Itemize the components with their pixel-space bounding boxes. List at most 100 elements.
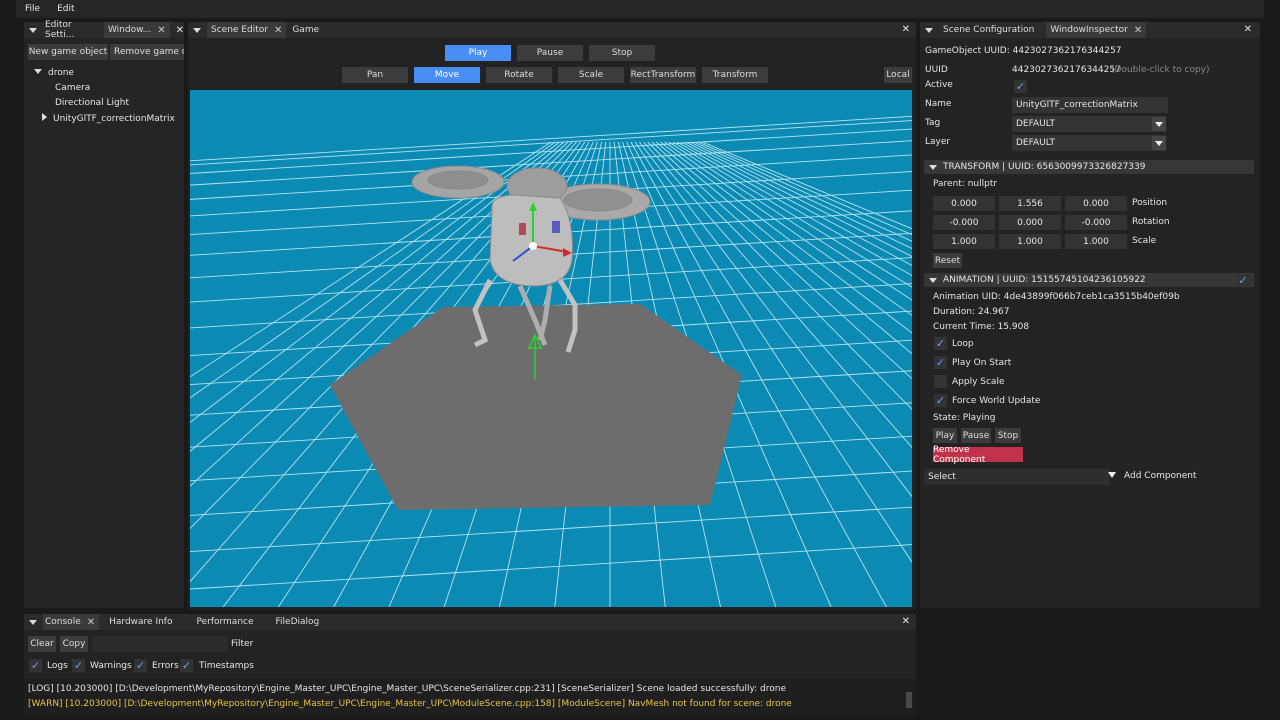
scale-z[interactable]: 1.000	[1065, 234, 1127, 249]
rotation-x[interactable]: -0.000	[933, 215, 995, 230]
tab-window-inspector[interactable]: WindowInspector ✕	[1046, 22, 1147, 38]
animation-stop-button[interactable]: Stop	[995, 428, 1021, 443]
errors-checkbox[interactable]: ✓	[134, 659, 147, 672]
rotation-z[interactable]: -0.000	[1065, 215, 1127, 230]
copy-button[interactable]: Copy	[60, 636, 88, 652]
hierarchy-tabbar: Editor Setti... Window... ✕ ✕	[24, 20, 184, 40]
collapse-icon[interactable]	[193, 27, 201, 33]
scale-y[interactable]: 1.000	[999, 234, 1061, 249]
collapse-icon[interactable]	[29, 619, 37, 625]
filter-label: Filter	[231, 639, 254, 649]
animation-section-header[interactable]: ANIMATION | UUID: 15155745104236105922	[924, 273, 1254, 287]
layer-label: Layer	[925, 137, 951, 147]
console-scrollbar[interactable]	[906, 692, 912, 708]
remove-game-object-label: Remove game ol	[114, 47, 184, 57]
chevron-down-icon[interactable]	[1108, 472, 1116, 478]
tree-item-drone[interactable]: drone	[34, 68, 74, 78]
tab-scene-editor-label: Scene Editor	[211, 25, 268, 35]
stop-button[interactable]: Stop	[589, 45, 655, 61]
tab-window-inspector-label: WindowInspector	[1050, 25, 1128, 35]
active-checkbox[interactable]: ✓	[1014, 80, 1027, 93]
scale-x[interactable]: 1.000	[933, 234, 995, 249]
tree-item-camera[interactable]: Camera	[55, 83, 90, 93]
collapse-icon[interactable]	[925, 27, 933, 33]
tool-pan-button[interactable]: Pan	[342, 67, 408, 83]
tab-window-label: Window...	[107, 25, 152, 35]
remove-game-object-button[interactable]: Remove game ol	[110, 44, 184, 60]
expand-icon[interactable]	[34, 69, 42, 74]
play-button[interactable]: Play	[445, 45, 511, 61]
close-icon[interactable]: ✕	[902, 616, 910, 627]
close-icon[interactable]: ✕	[902, 24, 910, 35]
tab-editor-settings[interactable]: Editor Setti...	[43, 20, 104, 40]
scene-tabbar: Scene Editor ✕ Game ✕	[188, 22, 916, 38]
console-warn-line: [WARN] [10.203000] [D:\Development\MyRep…	[28, 699, 792, 709]
tab-file-dialog[interactable]: FileDialog	[272, 614, 324, 630]
close-icon[interactable]: ✕	[1244, 24, 1252, 35]
layer-dropdown[interactable]: DEFAULT	[1012, 135, 1166, 151]
logs-checkbox[interactable]: ✓	[29, 659, 42, 672]
force-world-update-checkbox[interactable]: ✓	[934, 394, 947, 407]
tab-console[interactable]: Console ✕	[43, 614, 100, 630]
add-component-button[interactable]: Add Component	[1124, 471, 1197, 481]
animation-uid-text: Animation UID: 4de43899f066b7ceb1ca3515b…	[933, 292, 1180, 302]
close-icon[interactable]: ✕	[274, 25, 282, 36]
force-world-update-label: Force World Update	[952, 396, 1041, 406]
chevron-down-icon[interactable]	[1152, 117, 1166, 131]
local-toggle-button[interactable]: Local	[884, 67, 912, 83]
animation-play-button[interactable]: Play	[933, 428, 957, 443]
tree-item-drone-label: drone	[48, 68, 74, 78]
console-log-area[interactable]: [LOG] [10.203000] [D:\Development\MyRepo…	[24, 678, 916, 716]
tab-scene-editor[interactable]: Scene Editor ✕	[207, 22, 287, 38]
filter-input[interactable]	[92, 636, 228, 652]
rotation-y[interactable]: 0.000	[999, 215, 1061, 230]
tree-item-directional-light[interactable]: Directional Light	[55, 98, 129, 108]
tab-game[interactable]: Game	[286, 22, 323, 38]
position-z[interactable]: 0.000	[1065, 196, 1127, 211]
close-icon[interactable]: ✕	[1134, 25, 1142, 36]
tab-window[interactable]: Window... ✕	[103, 22, 170, 38]
animation-enabled-checkbox[interactable]: ✓	[1237, 274, 1249, 287]
menu-edit[interactable]: Edit	[48, 4, 82, 14]
animation-pause-button[interactable]: Pause	[961, 428, 991, 443]
menu-file[interactable]: File	[16, 4, 48, 14]
gameobject-uuid-text: GameObject UUID: 4423027362176344257	[925, 46, 1122, 56]
tab-hardware-info[interactable]: Hardware Info	[105, 614, 176, 630]
component-select-dropdown[interactable]: Select	[924, 469, 1110, 485]
expand-icon[interactable]	[42, 113, 47, 121]
tool-rotate-button[interactable]: Rotate	[486, 67, 552, 83]
loop-label: Loop	[952, 339, 974, 349]
uuid-value[interactable]: 4423027362176344257	[1012, 65, 1121, 75]
position-x[interactable]: 0.000	[933, 196, 995, 211]
chevron-down-icon[interactable]	[1152, 136, 1166, 150]
collapse-icon[interactable]	[29, 27, 37, 33]
loop-checkbox[interactable]: ✓	[934, 337, 947, 350]
tab-performance[interactable]: Performance	[192, 614, 257, 630]
play-on-start-checkbox[interactable]: ✓	[934, 356, 947, 369]
rotation-label: Rotation	[1132, 217, 1170, 227]
scene-editor-panel: Scene Editor ✕ Game ✕ Play Pause Stop Pan…	[188, 22, 916, 610]
transform-section-header[interactable]: TRANSFORM | UUID: 6563009973326827339	[924, 160, 1254, 174]
new-game-object-button[interactable]: New game object	[28, 44, 108, 60]
tool-move-button[interactable]: Move	[414, 67, 480, 83]
scene-viewport[interactable]	[190, 90, 912, 607]
tool-transform-button[interactable]: Transform	[702, 67, 768, 83]
pause-button[interactable]: Pause	[517, 45, 583, 61]
tool-scale-button[interactable]: Scale	[558, 67, 624, 83]
apply-scale-checkbox[interactable]	[934, 375, 947, 388]
reset-button[interactable]: Reset	[933, 253, 962, 268]
tool-rect-transform-button[interactable]: RectTransform	[630, 67, 696, 83]
position-y[interactable]: 1.556	[999, 196, 1061, 211]
close-icon[interactable]: ✕	[176, 25, 184, 36]
tag-dropdown[interactable]: DEFAULT	[1012, 116, 1166, 132]
name-input[interactable]: UnityGlTF_correctionMatrix	[1012, 97, 1168, 113]
close-icon[interactable]: ✕	[87, 617, 95, 628]
console-panel: Console ✕ Hardware Info Performance FileD…	[24, 614, 916, 716]
warnings-checkbox[interactable]: ✓	[72, 659, 85, 672]
timestamps-checkbox[interactable]: ✓	[180, 659, 193, 672]
remove-component-button[interactable]: Remove Component	[933, 445, 1023, 465]
close-icon[interactable]: ✕	[157, 25, 165, 36]
tab-scene-configuration[interactable]: Scene Configuration	[939, 22, 1038, 38]
tree-item-correction-matrix[interactable]: UnityGlTF_correctionMatrix	[42, 113, 175, 124]
clear-button[interactable]: Clear	[28, 636, 56, 652]
